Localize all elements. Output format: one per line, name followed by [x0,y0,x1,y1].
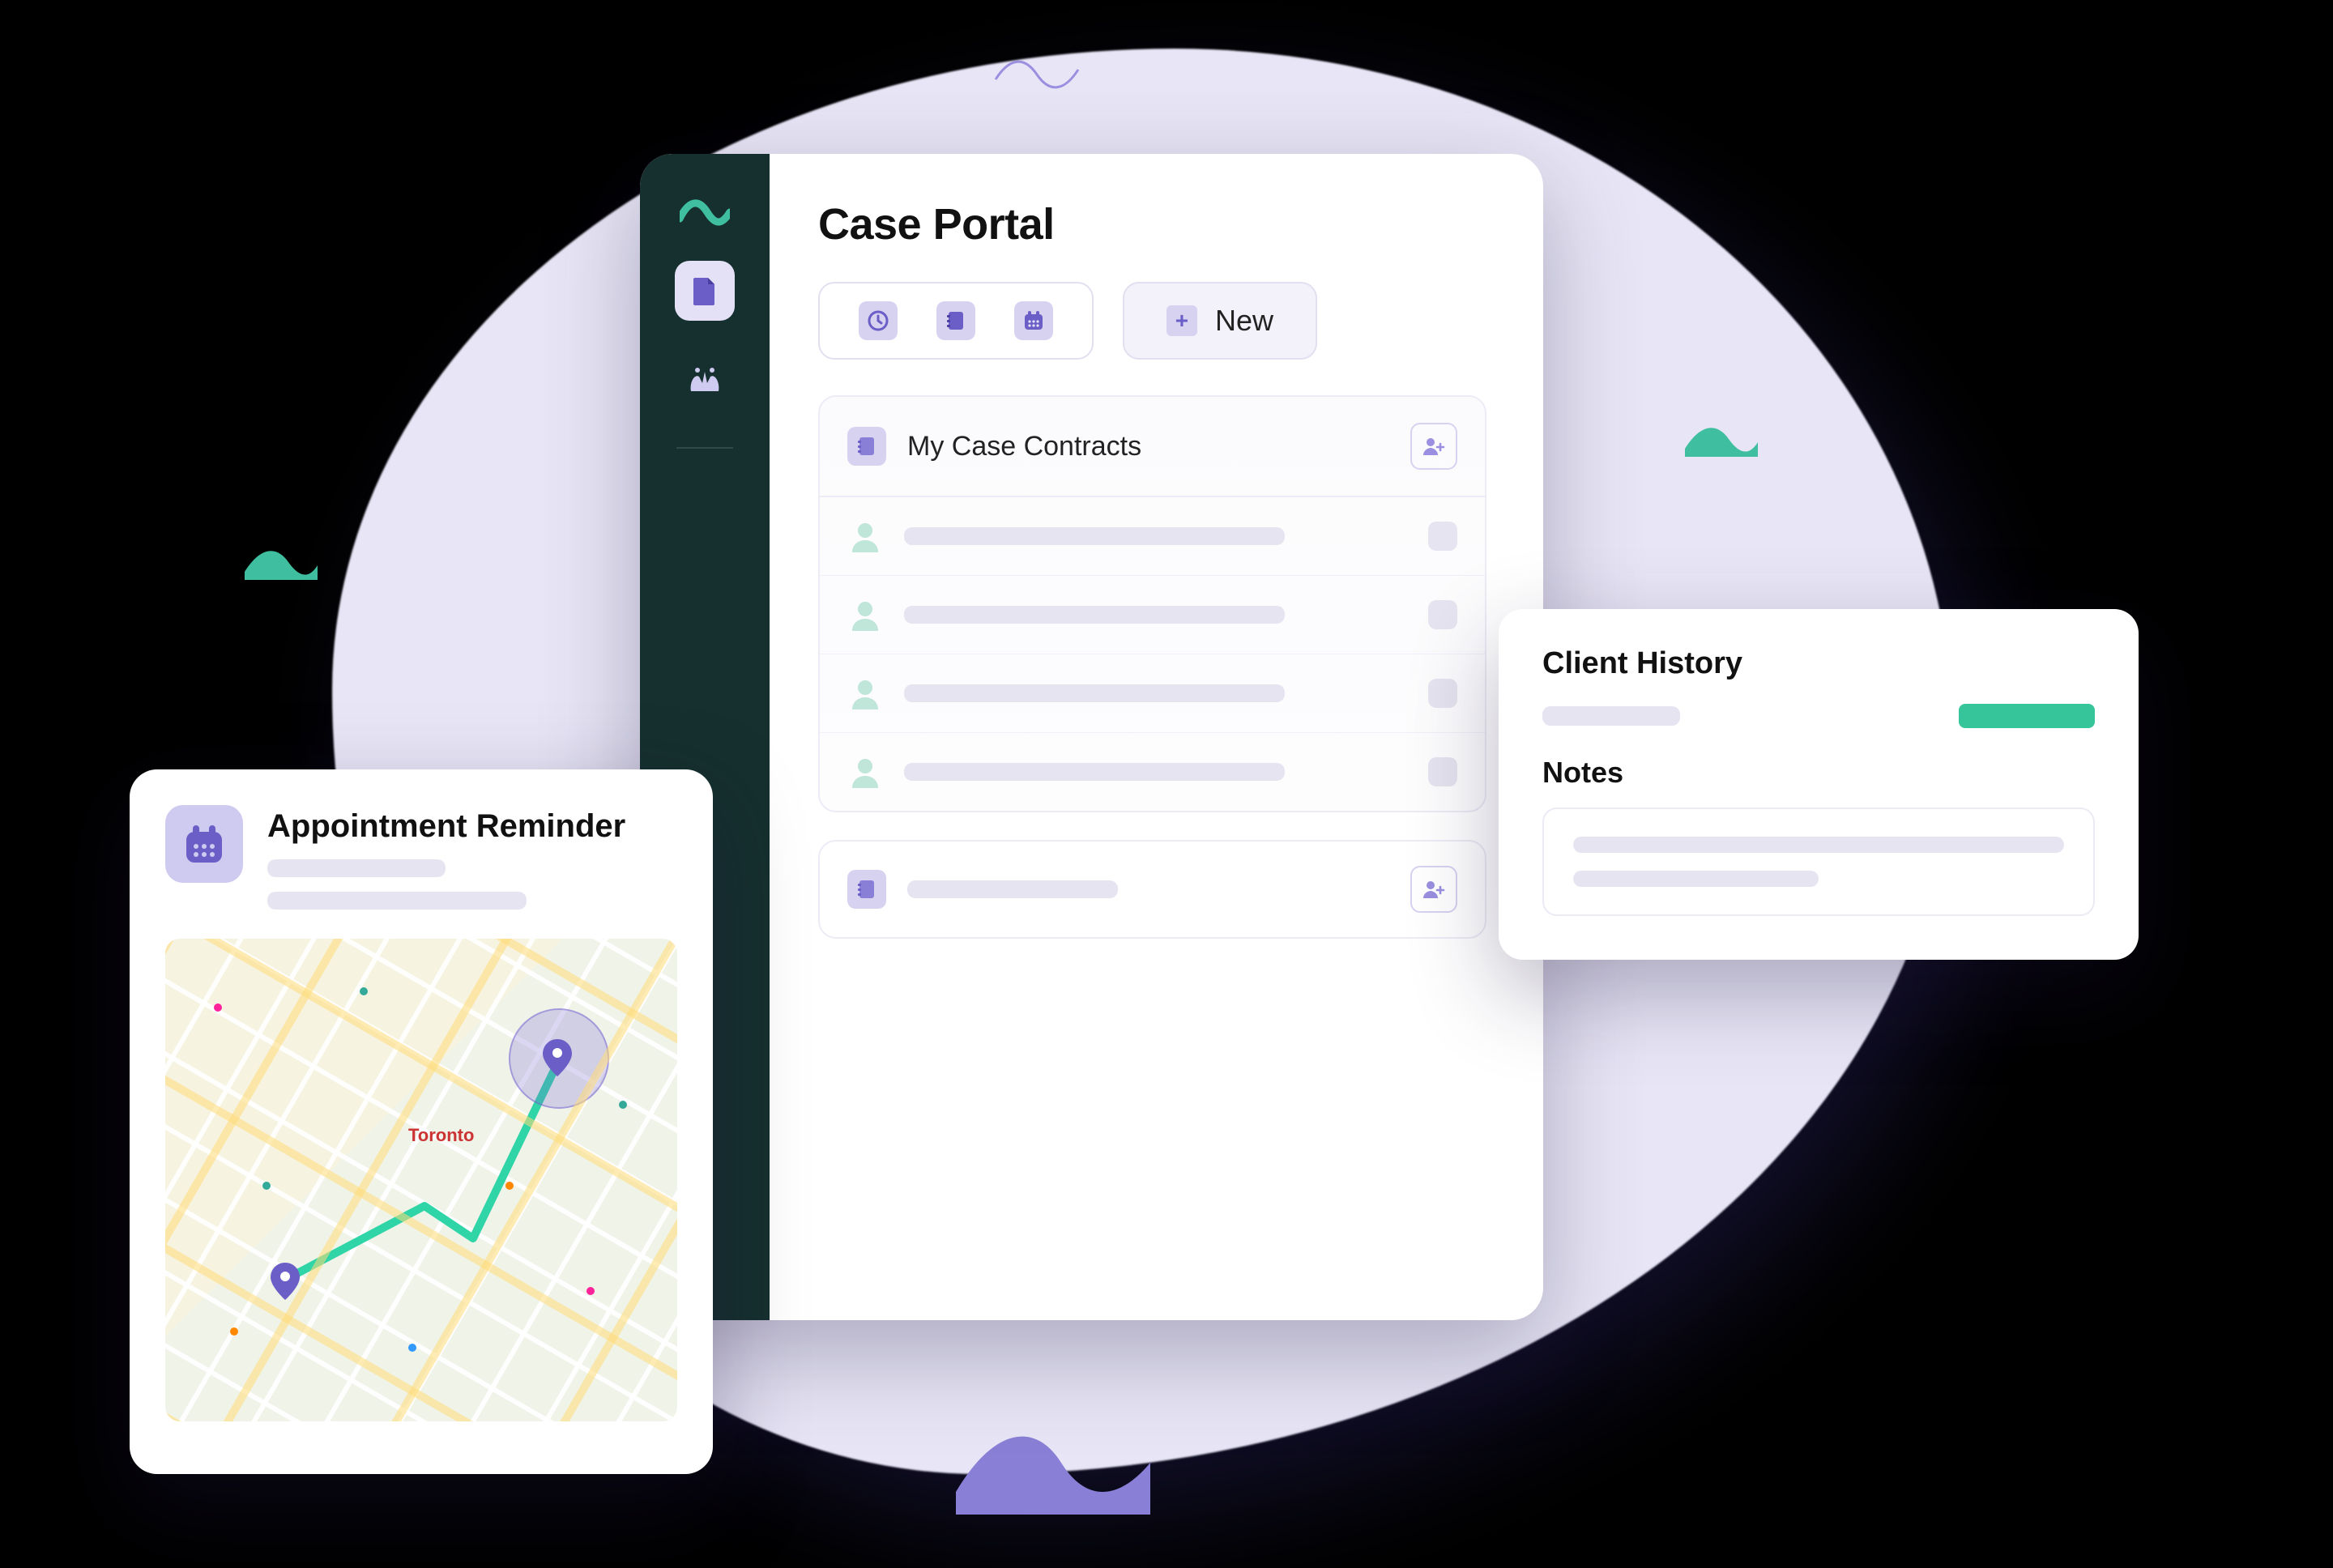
contracts-icon-box [847,427,886,466]
placeholder-text [904,763,1285,781]
placeholder-chip [1428,522,1457,551]
calendar-dots-icon [182,822,226,866]
add-contact-button[interactable] [1410,423,1457,470]
case-portal-window: Case Portal [640,154,1543,1320]
placeholder-text [904,606,1285,624]
new-button[interactable]: + New [1123,282,1317,360]
person-icon [847,675,883,711]
secondary-card [818,840,1486,939]
contract-row[interactable] [820,654,1485,733]
view-recent-button[interactable] [859,301,898,340]
contract-row[interactable] [820,733,1485,811]
hands-icon [686,365,723,398]
notes-box[interactable] [1542,807,2095,916]
sidebar-nav-collab[interactable] [675,352,735,411]
placeholder-text [267,859,446,877]
route-line [165,939,677,1421]
status-badge [1959,704,2095,728]
sidebar-nav-documents[interactable] [675,261,735,321]
placeholder-text [904,527,1285,545]
person-icon [847,754,883,790]
add-contact-button[interactable] [1410,866,1457,913]
sidebar-divider [676,447,733,449]
document-icon [689,275,721,307]
purple-wave-accent-bottom [956,1417,1150,1515]
contract-row[interactable] [820,576,1485,654]
person-icon [847,597,883,633]
destination-pin-icon [543,1039,572,1076]
plus-icon: + [1166,305,1197,336]
portal-main: Case Portal [770,154,1543,1320]
placeholder-text [904,684,1285,702]
notes-heading: Notes [1542,756,2095,790]
placeholder-chip [1428,600,1457,629]
new-button-label: New [1215,304,1273,338]
placeholder-text [267,892,527,910]
clock-icon [867,309,889,332]
view-notes-button[interactable] [936,301,975,340]
client-history-title: Client History [1542,646,2095,681]
appointment-reminder-card: Appointment Reminder Toronto [130,769,713,1474]
origin-pin-icon [271,1263,300,1300]
appointment-title: Appointment Reminder [267,808,677,845]
calendar-icon [1022,309,1045,332]
notebook-icon [856,878,877,901]
notebook-icon [945,309,966,332]
page-title: Case Portal [818,199,1486,249]
contract-row[interactable] [820,497,1485,576]
placeholder-text [1542,706,1680,726]
person-plus-icon [1422,879,1446,900]
view-calendar-button[interactable] [1014,301,1053,340]
my-case-contracts-card: My Case Contracts [818,395,1486,812]
teal-wave-accent-left [245,544,318,580]
contracts-title: My Case Contracts [907,431,1389,462]
secondary-icon-box [847,870,886,909]
placeholder-chip [1428,679,1457,708]
person-plus-icon [1422,436,1446,457]
placeholder-chip [1428,757,1457,786]
contracts-header: My Case Contracts [820,397,1485,497]
app-logo-icon [680,194,730,230]
toolbar: + New [818,282,1486,360]
client-history-card: Client History Notes [1499,609,2139,960]
person-icon [847,518,883,554]
wave-outline-accent [992,50,1081,95]
placeholder-text [1573,871,1819,887]
notebook-icon [856,435,877,458]
calendar-icon-box [165,805,243,883]
placeholder-text [1573,837,2064,853]
placeholder-text [907,880,1118,898]
map-preview[interactable]: Toronto [165,939,677,1421]
teal-wave-accent-right [1685,421,1758,457]
view-toggle-group [818,282,1094,360]
